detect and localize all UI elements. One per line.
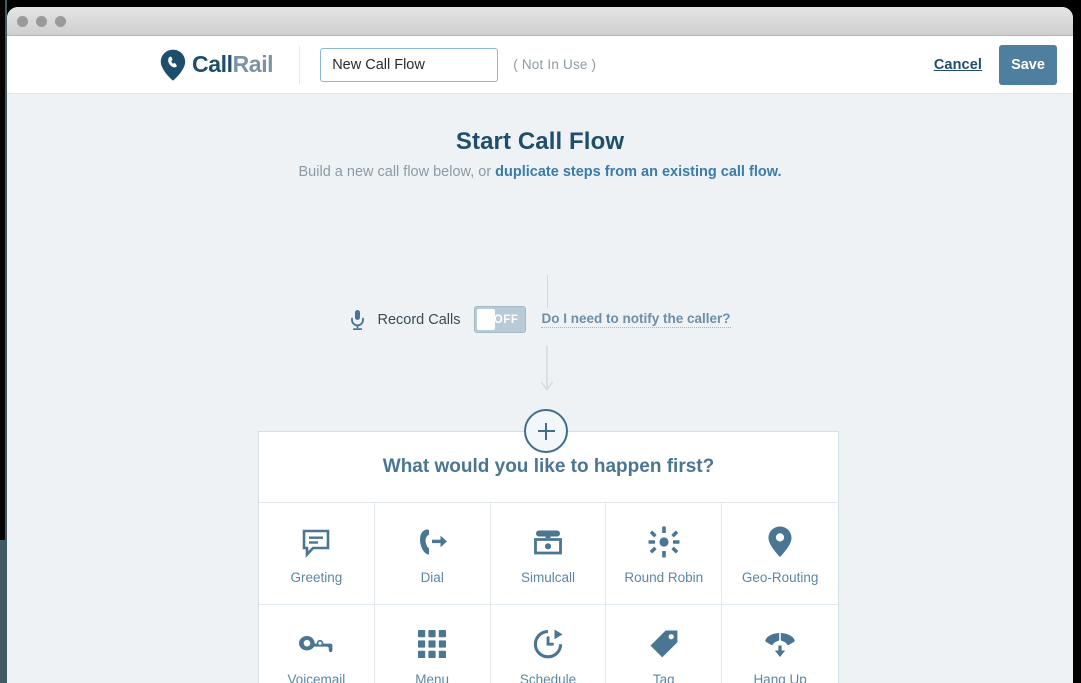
option-label: Round Robin (624, 569, 704, 585)
notify-caller-link[interactable]: Do I need to notify the caller? (541, 311, 731, 328)
connector-line-top (547, 275, 548, 308)
save-button[interactable]: Save (999, 45, 1057, 85)
app-header: CallRail ( Not In Use ) Cancel Save (7, 36, 1073, 94)
flow-name-input[interactable] (320, 47, 499, 82)
option-label: Dial (420, 569, 444, 585)
duplicate-steps-link[interactable]: duplicate steps from an existing call fl… (495, 164, 781, 180)
option-geo-routing[interactable]: Geo-Routing (722, 503, 838, 604)
microphone-icon (349, 309, 366, 331)
option-label: Schedule (519, 671, 577, 683)
record-calls-row: Record Calls OFF Do I need to notify the… (7, 306, 1073, 333)
phone-down-icon (763, 625, 797, 663)
callrail-logo[interactable]: CallRail (160, 49, 274, 81)
first-step-option-card: What would you like to happen first? Gre… (258, 431, 839, 683)
header-actions: Cancel Save (934, 36, 1057, 94)
option-label: Voicemail (287, 671, 346, 683)
option-tag[interactable]: Tag (606, 605, 723, 683)
desktop-left-edge-shadow (0, 0, 5, 540)
cancel-button[interactable]: Cancel (934, 57, 982, 73)
option-label: Geo-Routing (741, 569, 819, 585)
toggle-state-label: OFF (493, 313, 519, 326)
window-controls (17, 16, 66, 27)
logo-text-primary: Call (192, 51, 233, 77)
option-menu[interactable]: Menu (374, 605, 491, 683)
connector-arrow (538, 346, 556, 398)
clock-refresh-icon (532, 625, 564, 663)
record-calls-toggle[interactable]: OFF (474, 306, 527, 333)
header-divider (299, 45, 301, 84)
window-titlebar (7, 7, 1073, 36)
starburst-icon (648, 523, 680, 561)
option-voicemail[interactable]: Voicemail (259, 605, 375, 683)
option-greeting[interactable]: Greeting (259, 503, 375, 604)
browser-window: CallRail ( Not In Use ) Cancel Save Star… (7, 7, 1073, 683)
logo-text-secondary: Rail (232, 51, 274, 77)
phone-forward-icon (415, 523, 449, 561)
option-label: Simulcall (520, 569, 575, 585)
keypad-grid-icon (417, 625, 447, 663)
tag-icon (648, 625, 680, 663)
add-step-button[interactable] (524, 409, 568, 453)
minimize-button[interactable] (36, 16, 47, 27)
page-subtitle: Build a new call flow below, or duplicat… (7, 164, 1073, 180)
option-label: Hang Up (753, 671, 807, 683)
map-pin-phone-icon (160, 49, 186, 81)
record-calls-label: Record Calls (377, 311, 461, 328)
desk-phone-icon (531, 523, 565, 561)
option-label: Tag (652, 671, 675, 683)
option-schedule[interactable]: Schedule (490, 605, 607, 683)
option-simulcall[interactable]: Simulcall (490, 503, 607, 604)
option-hang-up[interactable]: Hang Up (722, 605, 838, 683)
option-dial[interactable]: Dial (374, 503, 491, 604)
option-label: Greeting (290, 569, 343, 585)
page-title: Start Call Flow (455, 128, 625, 155)
maximize-button[interactable] (55, 16, 66, 27)
close-button[interactable] (17, 16, 28, 27)
speech-bubble-icon (300, 523, 332, 561)
call-flow-canvas: Start Call Flow Build a new call flow be… (7, 94, 1073, 683)
option-row-1: Greeting Dial Simulcall Round Robin Geo-… (259, 503, 838, 605)
map-pin-icon (767, 523, 793, 561)
flow-status-text: ( Not In Use ) (513, 57, 597, 72)
option-round-robin[interactable]: Round Robin (606, 503, 723, 604)
tape-reels-icon (297, 625, 335, 663)
page-subtitle-text: Build a new call flow below, or (298, 164, 496, 180)
desktop-backdrop: CallRail ( Not In Use ) Cancel Save Star… (0, 0, 1081, 683)
option-row-2: Voicemail Menu Schedule Tag Hang Up (259, 605, 838, 683)
option-label: Menu (415, 671, 450, 683)
